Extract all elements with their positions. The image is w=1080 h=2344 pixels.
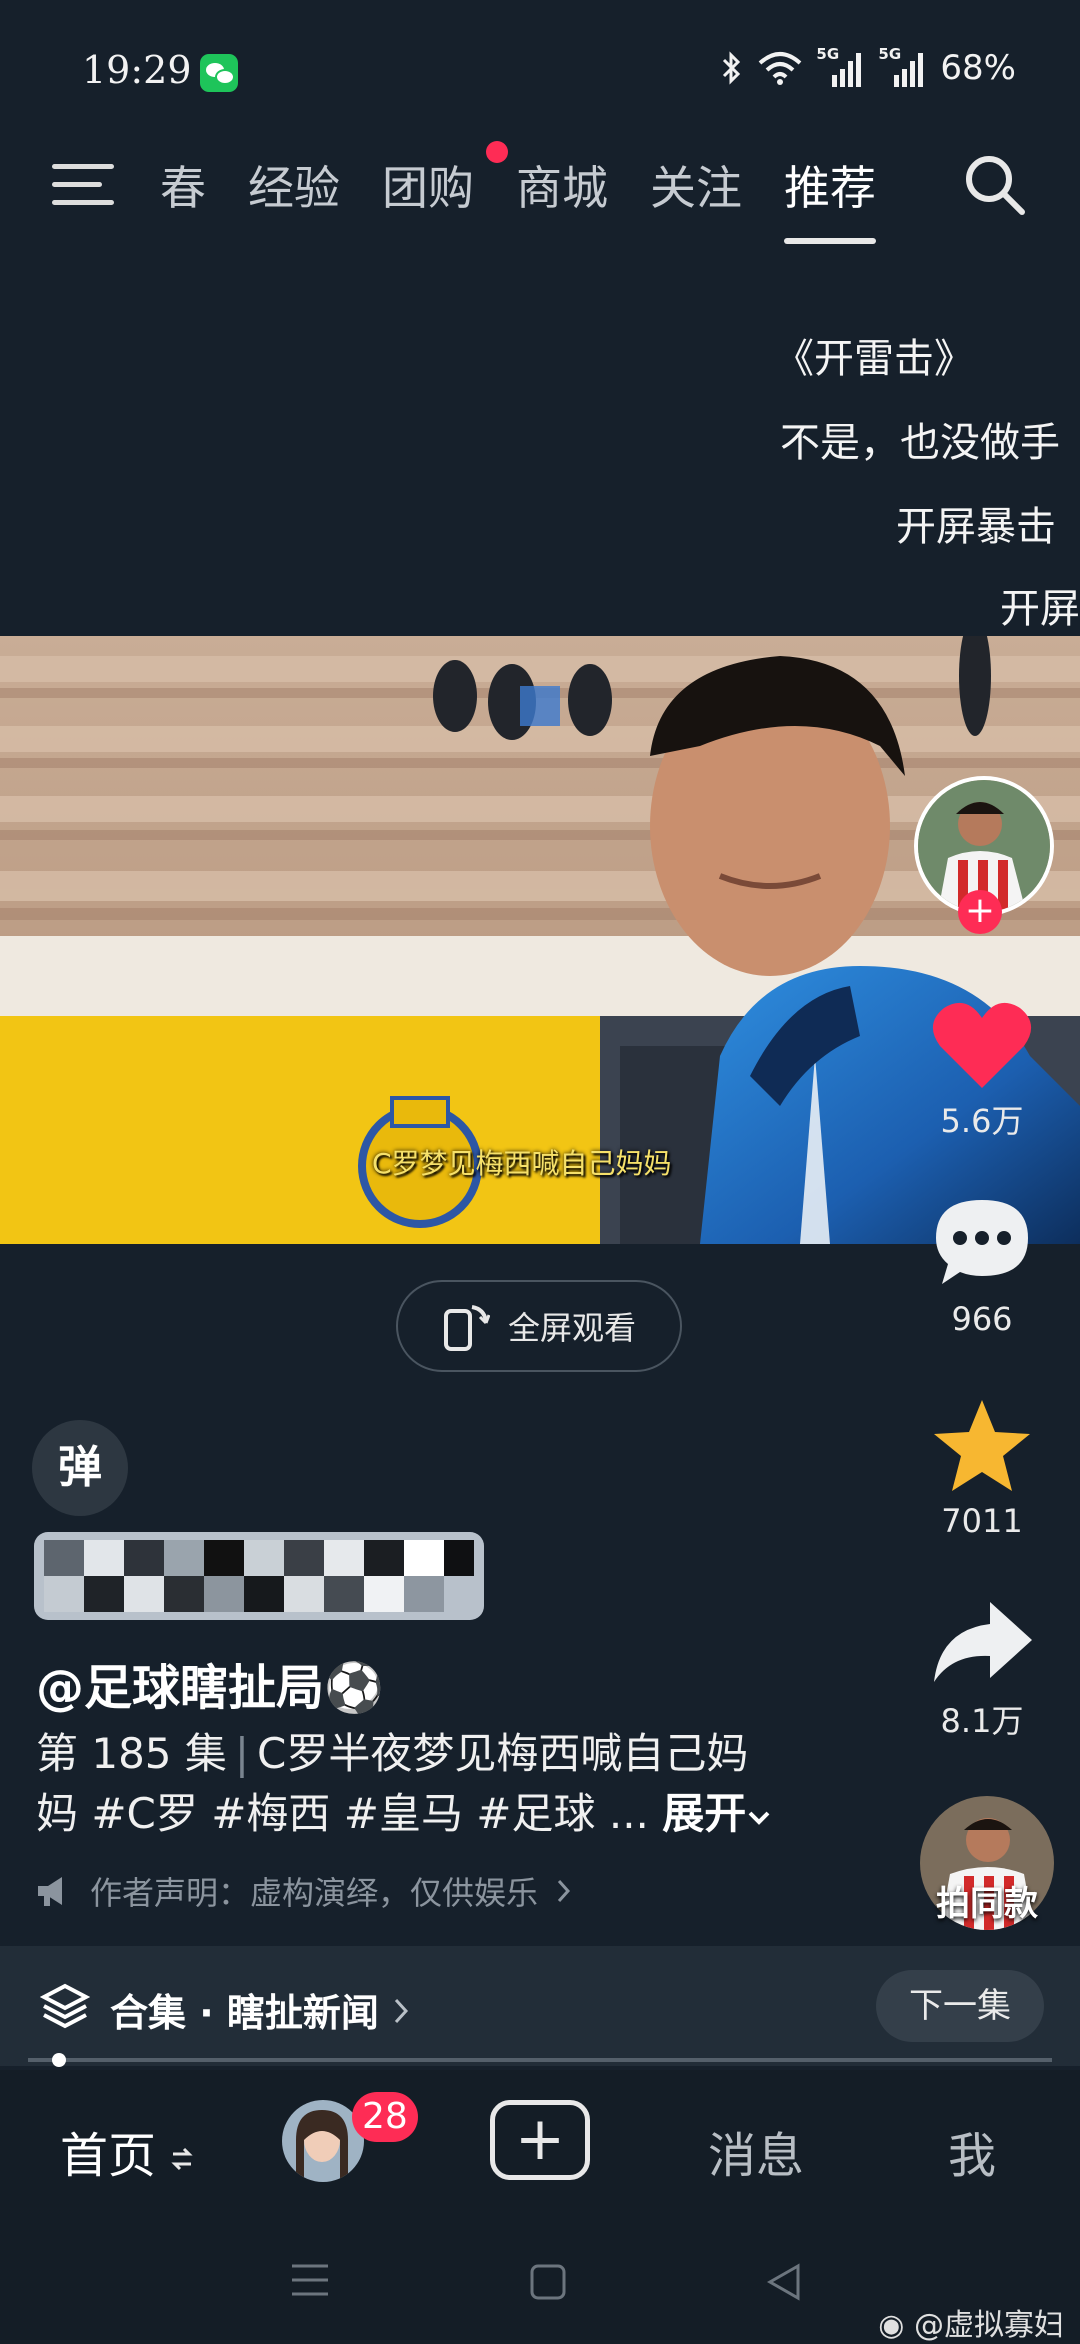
menu-icon[interactable] [52, 162, 114, 210]
signal-icon: 5G [816, 45, 864, 87]
favorite-count: 7011 [941, 1502, 1023, 1540]
disclaimer-text: 作者声明：虚构演绎，仅供娱乐 [90, 1874, 539, 1912]
megaphone-icon [38, 1877, 62, 1906]
top-tabs: 春 经验 团购 商城 关注 推荐 [160, 152, 918, 244]
blurred-tag [34, 1532, 484, 1620]
progress-knob[interactable] [51, 2053, 66, 2067]
expand-button[interactable]: 展开 [662, 1789, 772, 1838]
tab-me[interactable]: 我 [948, 2116, 996, 2186]
danmaku-line: 不是，也没做手 [780, 420, 1060, 466]
back-triangle-icon[interactable] [764, 2262, 804, 2302]
chevron-down-icon [748, 1811, 770, 1825]
share-count: 8.1万 [940, 1702, 1024, 1740]
tab-group-buy[interactable]: 团购 [382, 152, 474, 218]
episode-number: 第 185 集 [36, 1729, 227, 1778]
tab-following[interactable]: 关注 [650, 152, 742, 218]
status-icons: 5G 5G 68% [720, 45, 1016, 88]
tab-recommended[interactable]: 推荐 [784, 152, 876, 244]
tab-spring[interactable]: 春 [160, 152, 206, 218]
favorite-star-icon[interactable] [932, 1398, 1032, 1494]
status-time: 19:29 [82, 48, 192, 92]
home-square-icon[interactable] [528, 2262, 568, 2302]
unread-badge: 28 [352, 2092, 418, 2142]
wechat-icon [200, 54, 238, 92]
same-style-label[interactable]: 拍同款 [914, 1876, 1060, 1925]
recent-apps-icon[interactable] [288, 2262, 332, 2298]
like-count: 5.6万 [940, 1102, 1024, 1140]
signal-icon: 5G [878, 45, 926, 87]
tab-messages[interactable]: 消息 [708, 2116, 804, 2186]
video-caption[interactable]: 第 185 集 | C罗半夜梦见梅西喊自己妈 妈 #C罗 #梅西 #皇马 #足球 .… [36, 1724, 786, 1844]
chevron-right-icon [557, 1879, 571, 1903]
danmaku-line: 开屏暴击 [896, 504, 1056, 550]
chevron-right-icon [395, 1998, 409, 2024]
comment-icon[interactable] [932, 1196, 1032, 1288]
tab-experience[interactable]: 经验 [248, 152, 340, 218]
share-icon[interactable] [932, 1600, 1034, 1684]
comment-count: 966 [951, 1300, 1013, 1338]
bluetooth-icon [723, 51, 741, 85]
switch-arrows-icon [171, 2147, 193, 2171]
collection-label[interactable]: 合集 · 瞎扯新闻 [110, 1982, 410, 2037]
fullscreen-label: 全屏观看 [507, 1309, 636, 1347]
caption-line-1: C罗半夜梦见梅西喊自己妈 [257, 1729, 749, 1778]
follow-button[interactable]: + [958, 890, 1002, 934]
weibo-icon: ◉ [878, 2308, 905, 2343]
weibo-watermark: ◉ @虚拟寡妇 [878, 2308, 1064, 2343]
danmaku-line: 开屏 [1000, 586, 1080, 632]
caption-line-2: 妈 #C罗 #梅西 #皇马 #足球 ... [36, 1789, 649, 1838]
video-subtitle: C罗梦见梅西喊自己妈妈 [372, 1147, 672, 1180]
battery-level: 68% [940, 48, 1016, 88]
author-handle[interactable]: @足球瞎扯局⚽ [36, 1648, 384, 1718]
fullscreen-button[interactable]: 全屏观看 [396, 1280, 682, 1372]
tab-home[interactable]: 首页 [60, 2116, 193, 2186]
layers-icon [40, 1983, 90, 2029]
next-episode-button[interactable]: 下一集 [876, 1970, 1044, 2042]
rotate-screen-icon [443, 1305, 490, 1351]
danmaku-line: 《开雷击》 [774, 336, 974, 382]
search-icon[interactable] [962, 152, 1026, 216]
notification-dot [486, 141, 508, 163]
video-progress-bar[interactable] [28, 2058, 1052, 2062]
like-icon[interactable] [930, 1000, 1034, 1092]
create-button[interactable]: + [490, 2100, 590, 2180]
tab-mall[interactable]: 商城 [516, 152, 608, 218]
wifi-icon [759, 52, 802, 85]
author-disclaimer[interactable]: 作者声明：虚构演绎，仅供娱乐 [36, 1868, 572, 1914]
danmaku-toggle[interactable]: 弹 [32, 1420, 128, 1516]
